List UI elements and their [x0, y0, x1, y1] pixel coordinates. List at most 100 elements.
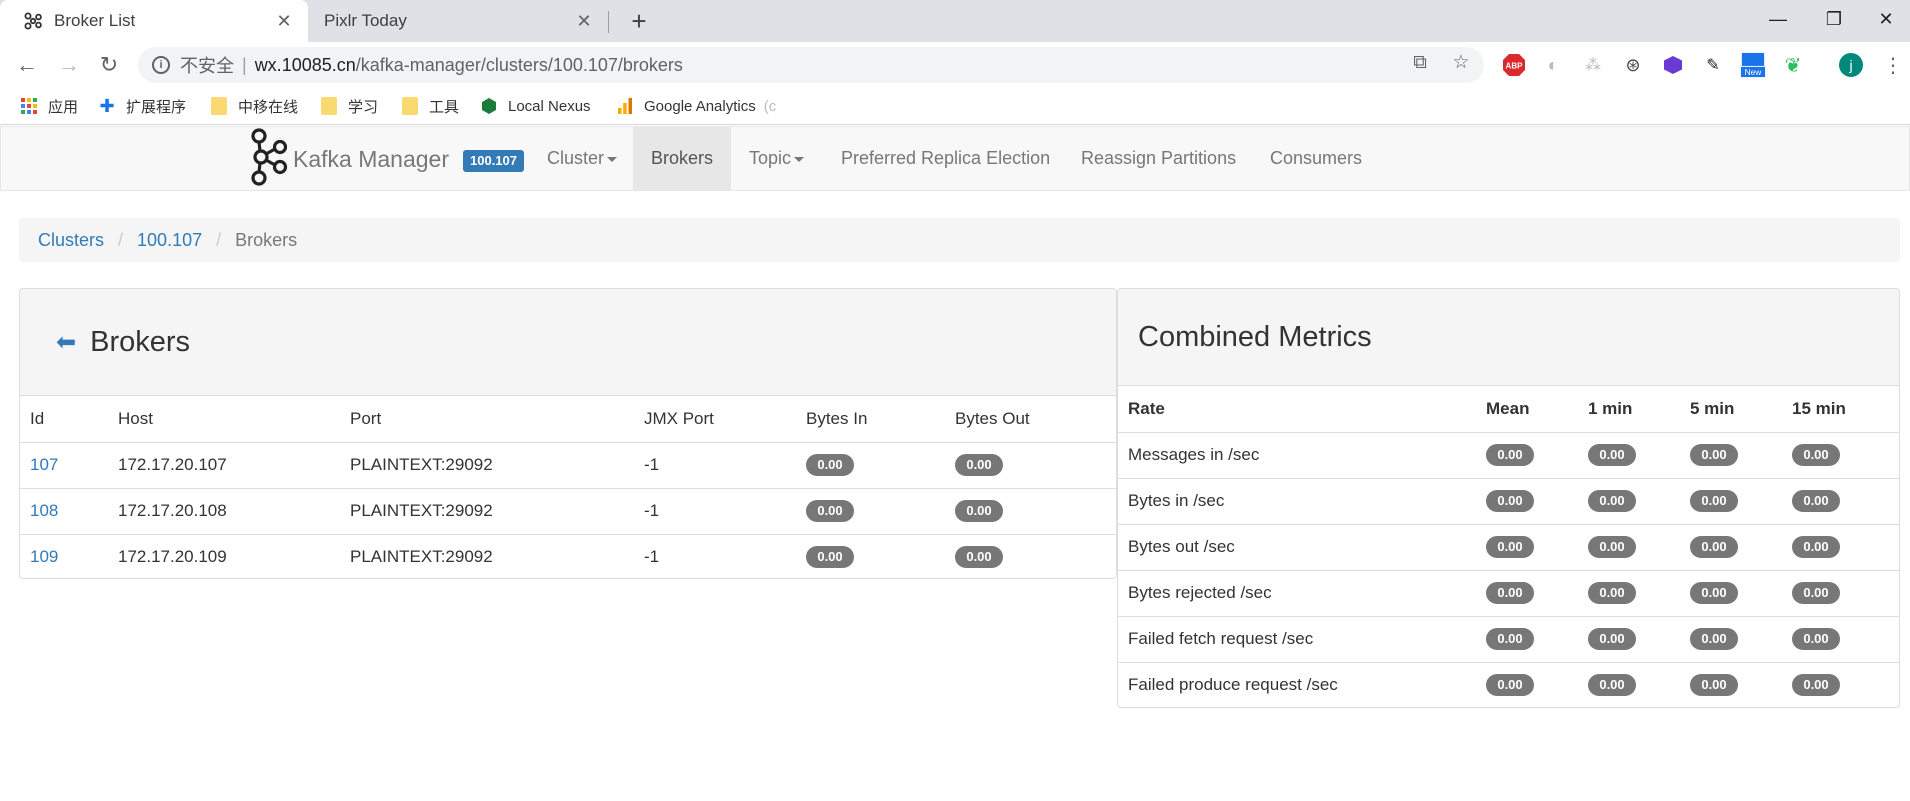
broker-host: 172.17.20.107 [108, 441, 340, 488]
nav-preferred-replica-election[interactable]: Preferred Replica Election [823, 127, 1068, 190]
breadcrumb-clusters[interactable]: Clusters [38, 230, 104, 251]
panel-title: Brokers [90, 325, 191, 358]
combined-metrics-panel: Combined Metrics Rate Mean 1 min 5 min 1… [1117, 288, 1900, 708]
nav-label: Reassign Partitions [1081, 148, 1237, 168]
kafka-logo-icon [249, 127, 293, 193]
bookmark-apps[interactable]: 应用 [20, 87, 78, 125]
new-label: New [1745, 67, 1763, 77]
nav-reassign-partitions[interactable]: Reassign Partitions [1063, 127, 1254, 190]
top-navbar: Kafka Manager 100.107 Cluster Brokers To… [0, 126, 1910, 191]
five-min-badge: 0.00 [1690, 536, 1738, 558]
metric-rate: Bytes in /sec [1118, 477, 1476, 524]
nav-brokers[interactable]: Brokers [633, 127, 732, 190]
column-header: Bytes Out [945, 396, 1116, 443]
brand[interactable]: Kafka Manager [249, 127, 449, 192]
fifteen-min-badge: 0.00 [1792, 536, 1840, 558]
profile-avatar[interactable]: j [1838, 52, 1864, 78]
mean-badge: 0.00 [1486, 490, 1534, 512]
translate-icon[interactable]: ⧉ [1405, 48, 1435, 78]
new-tab-icon[interactable]: + [622, 4, 656, 38]
minimize-icon[interactable]: — [1750, 0, 1806, 38]
breadcrumb-current: Brokers [235, 229, 298, 250]
bookmark-google-analytics[interactable]: Google Analytics (c [616, 87, 776, 125]
forward-icon[interactable]: → [52, 48, 86, 82]
address-divider: | [242, 54, 247, 75]
fifteen-min-badge: 0.00 [1792, 674, 1840, 697]
evernote-icon[interactable]: ❦ [1780, 52, 1806, 78]
menu-kebab-icon[interactable]: ⋮ [1880, 52, 1906, 78]
reload-icon[interactable]: ↻ [92, 48, 126, 82]
close-icon[interactable]: ✕ [574, 11, 594, 32]
close-icon[interactable]: ✕ [274, 11, 294, 32]
folder-icon [401, 97, 419, 115]
broker-host: 172.17.20.109 [108, 533, 340, 578]
table-row: 109 172.17.20.109 PLAINTEXT:29092 -1 0.0… [20, 533, 1116, 578]
mean-badge: 0.00 [1486, 674, 1534, 697]
extension-new-icon[interactable]: New [1740, 52, 1766, 78]
bookmark-folder-zhongyi[interactable]: 中移在线 [210, 87, 298, 125]
column-header: Id [20, 396, 108, 443]
breadcrumb-separator: / [216, 229, 222, 250]
broker-jmx-port: -1 [634, 441, 796, 488]
bytes-in-badge: 0.00 [806, 500, 854, 522]
browser-tab-strip: Broker List ✕ Pixlr Today ✕ + — ❐ ✕ [0, 0, 1910, 42]
analytics-icon [616, 97, 634, 115]
url-path: /kafka-manager/clusters/100.107/brokers [355, 54, 683, 75]
bookmark-label: 工具 [429, 98, 460, 116]
nav-consumers[interactable]: Consumers [1252, 127, 1380, 190]
caret-down-icon [607, 156, 618, 162]
caret-down-icon [794, 156, 805, 162]
folder-icon [210, 97, 228, 115]
bookmark-folder-study[interactable]: 学习 [320, 87, 378, 125]
tab-title: Pixlr Today [324, 11, 407, 30]
window-close-icon[interactable]: ✕ [1858, 0, 1910, 38]
extension-aperture-icon[interactable]: ⊛ [1620, 52, 1646, 78]
metric-rate: Failed produce request /sec [1118, 661, 1476, 707]
breadcrumb-cluster[interactable]: 100.107 [137, 230, 202, 251]
five-min-badge: 0.00 [1690, 582, 1738, 604]
info-icon[interactable]: i [152, 56, 170, 74]
broker-id-link[interactable]: 109 [30, 547, 58, 566]
bookmark-label: 应用 [48, 98, 79, 116]
adblock-icon[interactable]: ABP [1501, 52, 1527, 78]
broker-id-link[interactable]: 108 [30, 501, 58, 520]
column-header: Mean [1476, 386, 1578, 433]
brokers-panel-heading: ⬅ Brokers [20, 289, 1116, 396]
bookmark-star-icon[interactable]: ☆ [1446, 48, 1476, 78]
nav-label: Preferred Replica Election [841, 148, 1051, 168]
broker-jmx-port: -1 [634, 487, 796, 534]
column-header: Port [340, 396, 634, 443]
back-icon[interactable]: ← [10, 48, 44, 82]
nav-cluster[interactable]: Cluster [529, 127, 635, 190]
metric-rate: Failed fetch request /sec [1118, 615, 1476, 662]
broker-port: PLAINTEXT:29092 [340, 487, 634, 534]
extension-cube-icon[interactable] [1660, 52, 1686, 78]
nav-topic[interactable]: Topic [731, 127, 822, 190]
broker-host: 172.17.20.108 [108, 487, 340, 534]
bookmark-label: 扩展程序 [126, 98, 187, 116]
back-arrow-icon[interactable]: ⬅ [56, 328, 76, 357]
table-row: 108 172.17.20.108 PLAINTEXT:29092 -1 0.0… [20, 487, 1116, 534]
address-bar[interactable]: i 不安全 | wx.10085.cn/kafka-manager/cluste… [138, 47, 1484, 83]
extension-translate-icon[interactable]: ✎ [1700, 52, 1726, 78]
extension-tree-icon[interactable]: ⁂ [1580, 52, 1606, 78]
adblock-label: ABP [1506, 62, 1524, 71]
browser-tab-broker-list[interactable]: Broker List ✕ [0, 0, 308, 42]
nav-label: Consumers [1270, 148, 1363, 168]
five-min-badge: 0.00 [1690, 674, 1738, 697]
browser-tab-pixlr[interactable]: Pixlr Today ✕ [308, 0, 608, 42]
bookmark-extensions[interactable]: ✚ 扩展程序 [98, 87, 186, 125]
bookmark-folder-tools[interactable]: 工具 [401, 87, 459, 125]
bookmark-label: Local Nexus [508, 97, 591, 115]
one-min-badge: 0.00 [1588, 444, 1636, 466]
bookmark-local-nexus[interactable]: Local Nexus [480, 87, 591, 125]
broker-jmx-port: -1 [634, 533, 796, 578]
bookmark-label: 学习 [348, 98, 379, 116]
mean-badge: 0.00 [1486, 444, 1534, 466]
restore-icon[interactable]: ❐ [1806, 0, 1862, 38]
bytes-out-badge: 0.00 [955, 500, 1003, 522]
extension-grey-icon[interactable]: ◐ [1540, 52, 1566, 78]
broker-id-link[interactable]: 107 [30, 455, 58, 474]
bookmark-label: Google Analytics [644, 97, 756, 115]
table-row: Bytes rejected /sec 0.00 0.00 0.00 0.00 [1118, 569, 1899, 616]
